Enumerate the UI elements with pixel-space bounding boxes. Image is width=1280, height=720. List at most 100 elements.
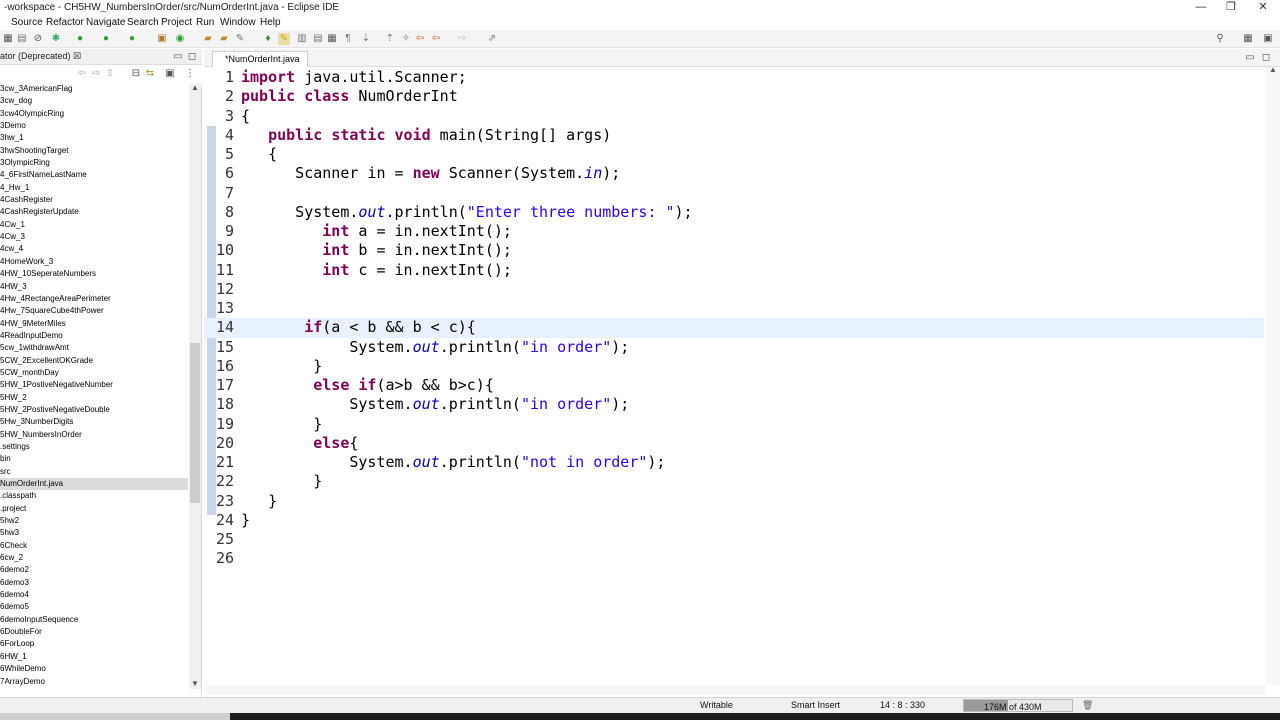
- tree-item[interactable]: 5cw_1withdrawAmt: [0, 342, 188, 354]
- up-nav-icon[interactable]: ⇧: [104, 68, 116, 80]
- code-line[interactable]: 6 Scanner in = new Scanner(System.in);: [204, 164, 1264, 183]
- forward-nav-icon[interactable]: ⇨: [90, 68, 102, 80]
- minimize-button[interactable]: —: [1186, 0, 1216, 16]
- run-icon[interactable]: ●: [74, 33, 86, 45]
- package-explorer-tab[interactable]: ator (Deprecated) ☒: [0, 51, 81, 62]
- code-line[interactable]: 14 if(a < b && b < c){: [204, 318, 1264, 338]
- open-type-icon[interactable]: ▰: [202, 33, 214, 45]
- editor-tab-numorderint[interactable]: *NumOrderInt.java: [212, 51, 308, 67]
- tree-item[interactable]: 3cw4OlympicRing: [0, 108, 188, 120]
- back-icon[interactable]: ⇦: [414, 33, 426, 45]
- scroll-down-icon[interactable]: ▼: [191, 679, 199, 688]
- tree-item[interactable]: 4_6FirstNameLastName: [0, 169, 188, 181]
- toggle-block-selection-icon[interactable]: ▥: [296, 33, 308, 45]
- coverage-icon[interactable]: ●: [100, 33, 112, 45]
- tree-item[interactable]: 4HomeWork_3: [0, 256, 188, 268]
- editor-horizontal-scrollbar[interactable]: [204, 685, 1266, 695]
- back-dropdown-icon[interactable]: ⇦: [430, 33, 442, 45]
- garbage-collect-icon[interactable]: 🗑: [1082, 700, 1093, 711]
- tree-item[interactable]: 3OlympicRing: [0, 157, 188, 169]
- code-line[interactable]: 18 System.out.println("in order");: [204, 395, 1264, 414]
- tree-item[interactable]: 3hwShootingTarget: [0, 145, 188, 157]
- save-all-icon[interactable]: ▦: [2, 33, 14, 45]
- tree-item[interactable]: 5hw3: [0, 527, 188, 539]
- tree-item[interactable]: 3cw_dog: [0, 95, 188, 107]
- tree-item[interactable]: 4Hw_7SquareCube4thPower: [0, 305, 188, 317]
- code-line[interactable]: 24}: [204, 511, 1264, 530]
- tree-item[interactable]: .project: [0, 503, 188, 515]
- tree-item[interactable]: 5CW_monthDay: [0, 367, 188, 379]
- skip-breakpoints-icon[interactable]: ⊘: [32, 33, 44, 45]
- tree-item[interactable]: 4_Hw_1: [0, 182, 188, 194]
- maximize-button[interactable]: ❐: [1216, 0, 1246, 16]
- menu-run[interactable]: Run: [196, 17, 214, 28]
- tree-item[interactable]: 6demo2: [0, 564, 188, 576]
- next-annotation-icon[interactable]: ⇣: [360, 33, 372, 45]
- tree-item[interactable]: 4ReadInputDemo: [0, 330, 188, 342]
- tree-item[interactable]: 4CashRegister: [0, 194, 188, 206]
- menu-navigate[interactable]: Navigate: [86, 17, 125, 28]
- link-with-editor-icon[interactable]: ⇆: [144, 68, 156, 80]
- tree-item[interactable]: src: [0, 466, 188, 478]
- view-menu-icon[interactable]: ⋮: [184, 68, 196, 80]
- tree-item[interactable]: 6ForLoop: [0, 638, 188, 650]
- code-editor[interactable]: 1 import java.util.Scanner; 2 public class …: [204, 67, 1264, 685]
- tree-item[interactable]: 4HW_9MeterMiles: [0, 318, 188, 330]
- tree-item[interactable]: 6WhileDemo: [0, 663, 188, 675]
- open-perspective-icon[interactable]: ▦: [1242, 33, 1254, 45]
- status-cursor-position[interactable]: 14 : 8 : 330: [880, 700, 925, 710]
- code-line[interactable]: 21 System.out.println("not in order");: [204, 453, 1264, 472]
- code-line[interactable]: 19 }: [204, 415, 1264, 434]
- filter-icon[interactable]: ▣: [164, 68, 176, 80]
- heap-status[interactable]: 176M of 430M: [963, 699, 1073, 712]
- editor-scroll-up-icon[interactable]: ▲: [1269, 65, 1277, 74]
- minimize-view-icon[interactable]: ▭: [172, 51, 184, 63]
- code-line[interactable]: 8 System.out.println("Enter three number…: [204, 203, 1264, 222]
- debug-icon[interactable]: ✱: [50, 33, 62, 45]
- tree-item[interactable]: 3hw_1: [0, 132, 188, 144]
- package-explorer-scroll-thumb[interactable]: [190, 343, 200, 503]
- new-java-project-icon[interactable]: ▣: [156, 33, 168, 45]
- menu-refactor[interactable]: Refactor: [46, 17, 84, 28]
- tree-item[interactable]: 6cw_2: [0, 552, 188, 564]
- maximize-view-icon[interactable]: ◻: [186, 51, 198, 63]
- code-line[interactable]: 7: [204, 184, 1264, 203]
- tree-item[interactable]: 7CW: [0, 688, 188, 690]
- external-tools-icon[interactable]: ●: [126, 33, 138, 45]
- tree-item[interactable]: 3Demo: [0, 120, 188, 132]
- tree-item[interactable]: 6demo4: [0, 589, 188, 601]
- code-line[interactable]: 4 public static void main(String[] args): [204, 126, 1264, 145]
- code-line[interactable]: 20 else{: [204, 434, 1264, 453]
- tree-item[interactable]: 7ArrayDemo: [0, 676, 188, 688]
- forward-icon[interactable]: ⇨: [456, 33, 468, 45]
- tree-item[interactable]: 6HW_1: [0, 651, 188, 663]
- collapse-all-icon[interactable]: ⊟: [130, 68, 142, 80]
- menu-window[interactable]: Window: [220, 17, 256, 28]
- code-line[interactable]: 26: [204, 549, 1264, 568]
- open-task-icon[interactable]: ▰: [218, 33, 230, 45]
- code-line[interactable]: 23 }: [204, 492, 1264, 511]
- menu-search[interactable]: Search: [127, 17, 159, 28]
- previous-annotation-icon[interactable]: ⇡: [384, 33, 396, 45]
- tree-item[interactable]: NumOrderInt.java: [0, 478, 188, 491]
- code-line[interactable]: 11 int c = in.nextInt();: [204, 261, 1264, 280]
- code-line[interactable]: 17 else if(a>b && b>c){: [204, 376, 1264, 395]
- menu-help[interactable]: Help: [260, 17, 281, 28]
- package-explorer-scrollbar[interactable]: ▲ ▼: [189, 83, 201, 689]
- code-line[interactable]: 1 import java.util.Scanner;: [204, 68, 1264, 87]
- back-nav-icon[interactable]: ⇦: [76, 68, 88, 80]
- tree-item[interactable]: 5CW_2ExcellentOKGrade: [0, 355, 188, 367]
- tree-item[interactable]: 5Hw_3NumberDigits: [0, 416, 188, 428]
- editor-maximize-icon[interactable]: ◻: [1260, 52, 1272, 64]
- close-button[interactable]: ✕: [1248, 0, 1278, 16]
- print-icon[interactable]: ▤: [16, 33, 28, 45]
- tree-item[interactable]: bin: [0, 453, 188, 465]
- code-line[interactable]: 12: [204, 280, 1264, 299]
- menu-project[interactable]: Project: [161, 17, 192, 28]
- tree-item[interactable]: 4cw_4: [0, 243, 188, 255]
- tree-item[interactable]: 6demo3: [0, 577, 188, 589]
- code-line[interactable]: 9 int a = in.nextInt();: [204, 222, 1264, 241]
- code-line[interactable]: 15 System.out.println("in order");: [204, 338, 1264, 357]
- tree-item[interactable]: 3cw_3AmericanFlag: [0, 83, 188, 95]
- tree-item[interactable]: 4Cw_1: [0, 219, 188, 231]
